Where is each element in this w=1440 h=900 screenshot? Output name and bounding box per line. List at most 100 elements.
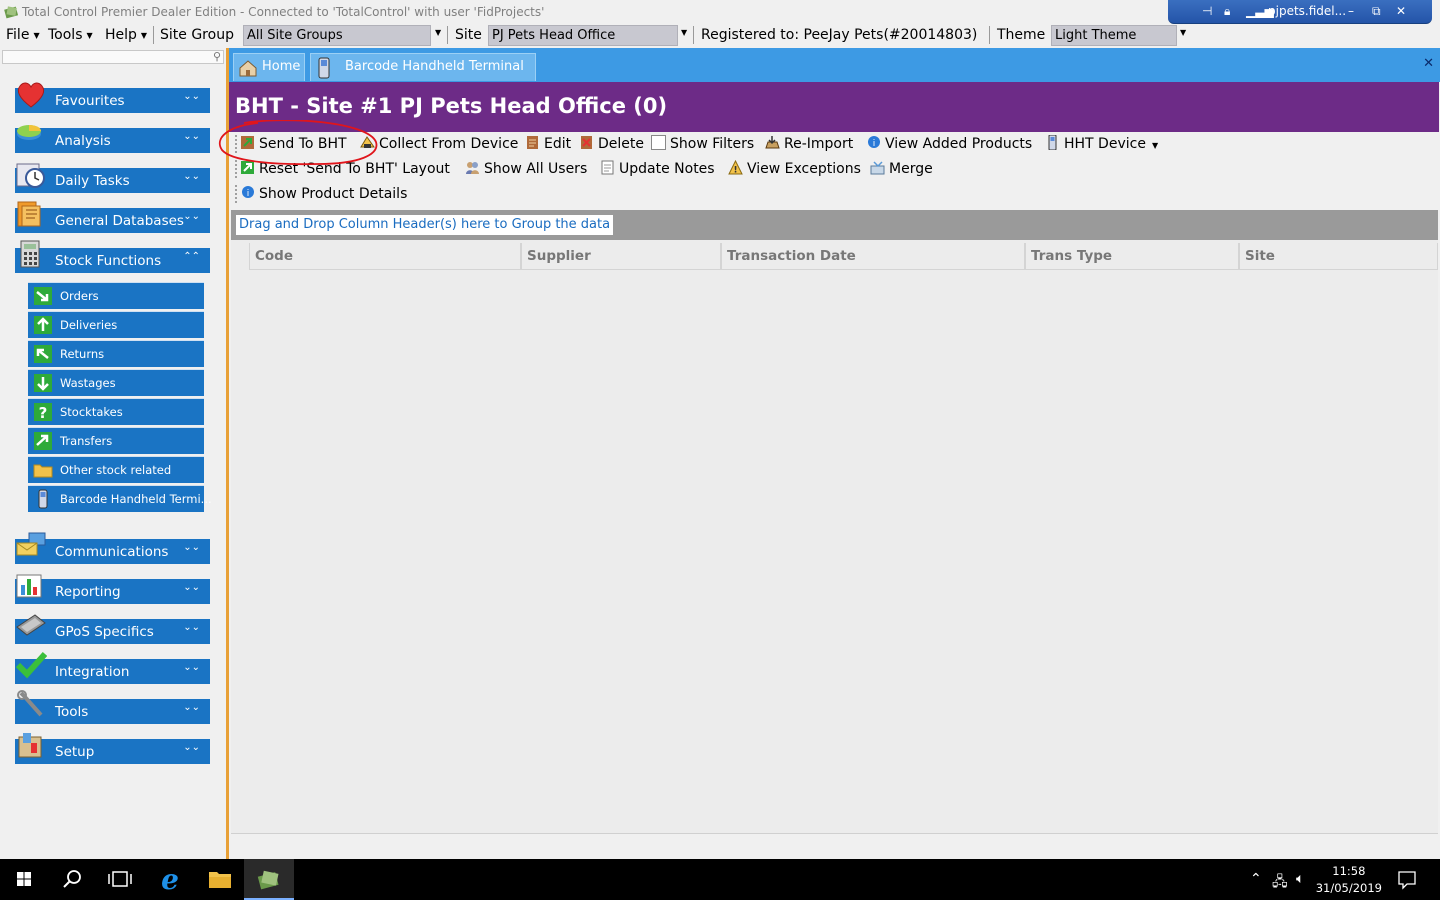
taskbar-total-control-app[interactable] bbox=[244, 859, 294, 900]
analysis-icon bbox=[17, 125, 41, 140]
sidebar-item-other-stock[interactable]: Other stock related bbox=[28, 456, 204, 483]
info-bubble-icon: i bbox=[868, 136, 880, 149]
nav-stock-functions[interactable]: Stock Functions ⌃⌃ bbox=[15, 240, 210, 273]
communications-icon bbox=[16, 532, 46, 556]
internet-explorer-icon[interactable]: e bbox=[146, 859, 194, 900]
nav-gpos-specifics[interactable]: GPoS Specifics ⌄⌄ bbox=[15, 614, 210, 644]
group-by-hint: Drag and Drop Column Header(s) here to G… bbox=[236, 215, 614, 235]
toolbar: Send To BHT Collect From Device Edit Del… bbox=[229, 132, 1439, 210]
app-logo-icon bbox=[4, 6, 18, 19]
sidebar-item-orders[interactable]: Orders bbox=[28, 282, 204, 309]
column-header-trans-type[interactable]: Trans Type bbox=[1025, 243, 1239, 270]
menu-separator bbox=[153, 26, 154, 44]
toolbar-grip[interactable] bbox=[235, 185, 237, 203]
close-tab-icon[interactable]: ✕ bbox=[1423, 56, 1434, 71]
column-header-site[interactable]: Site bbox=[1239, 243, 1438, 270]
sidebar-item-barcode-handheld[interactable]: Barcode Handheld Termi... bbox=[28, 485, 212, 512]
collect-from-device-button[interactable]: Collect From Device bbox=[360, 135, 518, 157]
pin-icon[interactable]: ⊣ bbox=[1202, 4, 1212, 18]
returns-icon bbox=[34, 345, 52, 363]
stocktakes-icon: ? bbox=[34, 403, 52, 422]
notifications-icon[interactable] bbox=[1396, 869, 1418, 891]
sidebar-item-stocktakes[interactable]: ? Stocktakes bbox=[28, 398, 204, 425]
view-added-products-button[interactable]: i View Added Products bbox=[866, 135, 1032, 157]
show-product-details-button[interactable]: i Show Product Details bbox=[240, 185, 407, 207]
delete-button[interactable]: Delete bbox=[579, 135, 644, 157]
chevron-up-icon[interactable]: ⌃ bbox=[1250, 871, 1262, 887]
theme-select[interactable]: Light Theme bbox=[1051, 25, 1177, 46]
sidebar-item-returns[interactable]: Returns bbox=[28, 340, 204, 367]
close-icon[interactable]: ✕ bbox=[1396, 4, 1406, 18]
search-icon[interactable] bbox=[48, 859, 96, 900]
re-import-icon bbox=[765, 136, 780, 149]
databases-icon bbox=[17, 201, 41, 227]
sidebar-item-deliveries[interactable]: Deliveries bbox=[28, 311, 204, 338]
site-select[interactable]: PJ Pets Head Office bbox=[488, 25, 678, 46]
chevron-down-icon: ⌄⌄ bbox=[183, 542, 200, 553]
registration-text: Registered to: PeeJay Pets(#20014803) bbox=[701, 27, 978, 43]
column-header-transaction-date[interactable]: Transaction Date bbox=[721, 243, 1025, 270]
svg-text:e: e bbox=[161, 863, 179, 896]
menu-help[interactable]: Help ▼ bbox=[105, 27, 147, 43]
re-import-button[interactable]: Re-Import bbox=[765, 135, 853, 157]
nav-favourites[interactable]: Favourites ⌄⌄ bbox=[15, 82, 210, 113]
caret-down-icon: ▼ bbox=[140, 30, 148, 40]
wastages-icon bbox=[34, 374, 52, 392]
merge-icon bbox=[870, 161, 885, 175]
handheld-icon bbox=[318, 57, 330, 79]
tab-barcode-handheld-terminal[interactable]: Barcode Handheld Terminal bbox=[310, 53, 536, 81]
pin-icon[interactable]: ⚲ bbox=[213, 50, 221, 63]
toolbar-grip[interactable] bbox=[235, 135, 237, 153]
nav-integration[interactable]: Integration ⌄⌄ bbox=[15, 651, 210, 684]
data-grid[interactable]: Code Supplier Transaction Date Trans Typ… bbox=[231, 240, 1438, 834]
minimize-icon[interactable]: – bbox=[1348, 4, 1354, 18]
nav-daily-tasks[interactable]: Daily Tasks ⌄⌄ bbox=[15, 163, 210, 193]
view-exceptions-button[interactable]: ! View Exceptions bbox=[728, 160, 861, 182]
tab-home[interactable]: Home bbox=[233, 53, 305, 81]
menu-file[interactable]: File ▼ bbox=[6, 27, 40, 43]
chevron-down-icon[interactable]: ▼ bbox=[435, 28, 441, 37]
nav-tools[interactable]: Tools ⌄⌄ bbox=[15, 690, 210, 724]
wrench-icon bbox=[17, 690, 43, 717]
edit-button[interactable]: Edit bbox=[525, 135, 571, 157]
svg-text:!: ! bbox=[733, 166, 737, 176]
toolbar-grip[interactable] bbox=[235, 160, 237, 178]
site-group-select[interactable]: All Site Groups bbox=[243, 25, 431, 46]
nav-communications[interactable]: Communications ⌄⌄ bbox=[15, 532, 210, 564]
edit-icon bbox=[527, 136, 538, 149]
show-filters-checkbox[interactable]: Show Filters bbox=[651, 135, 754, 157]
reset-layout-button[interactable]: Reset 'Send To BHT' Layout bbox=[240, 160, 450, 182]
chevron-down-icon[interactable]: ▼ bbox=[1180, 28, 1186, 37]
send-to-bht-button[interactable]: Send To BHT bbox=[240, 135, 347, 157]
column-header-supplier[interactable]: Supplier bbox=[521, 243, 721, 270]
nav-general-databases[interactable]: General Databases ⌄⌄ bbox=[15, 201, 210, 233]
sidebar-item-wastages[interactable]: Wastages bbox=[28, 369, 204, 396]
site-group-label: Site Group bbox=[160, 27, 234, 43]
task-view-icon[interactable] bbox=[96, 859, 144, 900]
group-by-panel[interactable]: Drag and Drop Column Header(s) here to G… bbox=[231, 210, 1438, 240]
update-notes-button[interactable]: Update Notes bbox=[600, 160, 715, 182]
menu-separator bbox=[447, 26, 448, 44]
show-all-users-button[interactable]: Show All Users bbox=[465, 160, 587, 182]
sidebar-item-transfers[interactable]: Transfers bbox=[28, 427, 204, 454]
orders-icon bbox=[34, 287, 52, 305]
nav-setup[interactable]: Setup ⌄⌄ bbox=[15, 733, 210, 764]
network-icon[interactable]: 🖧︎ bbox=[1272, 871, 1288, 895]
nav-reporting[interactable]: Reporting ⌄⌄ bbox=[15, 574, 210, 604]
windows-start-icon[interactable] bbox=[0, 859, 48, 900]
taskbar-clock[interactable]: 11:58 31/05/2019 bbox=[1316, 863, 1382, 897]
chevron-down-icon[interactable]: ▼ bbox=[681, 28, 687, 37]
merge-button[interactable]: Merge bbox=[870, 160, 933, 182]
sidebar: ⚲ Favourites ⌄⌄ Analysis ⌄⌄ Daily Tasks … bbox=[0, 48, 225, 859]
heart-icon bbox=[17, 82, 45, 108]
hht-device-dropdown[interactable]: HHT Device ▼ bbox=[1045, 135, 1158, 157]
menu-separator bbox=[989, 26, 990, 44]
menu-tools[interactable]: Tools ▼ bbox=[48, 27, 93, 43]
window-title: Total Control Premier Dealer Edition - C… bbox=[22, 5, 545, 19]
nav-analysis[interactable]: Analysis ⌄⌄ bbox=[15, 125, 210, 153]
restore-icon[interactable]: ⧉ bbox=[1372, 4, 1381, 19]
volume-muted-icon[interactable]: 🔈︎ bbox=[1296, 871, 1304, 887]
column-header-code[interactable]: Code bbox=[249, 243, 521, 270]
file-explorer-icon[interactable] bbox=[196, 859, 244, 900]
collect-icon bbox=[360, 136, 375, 148]
